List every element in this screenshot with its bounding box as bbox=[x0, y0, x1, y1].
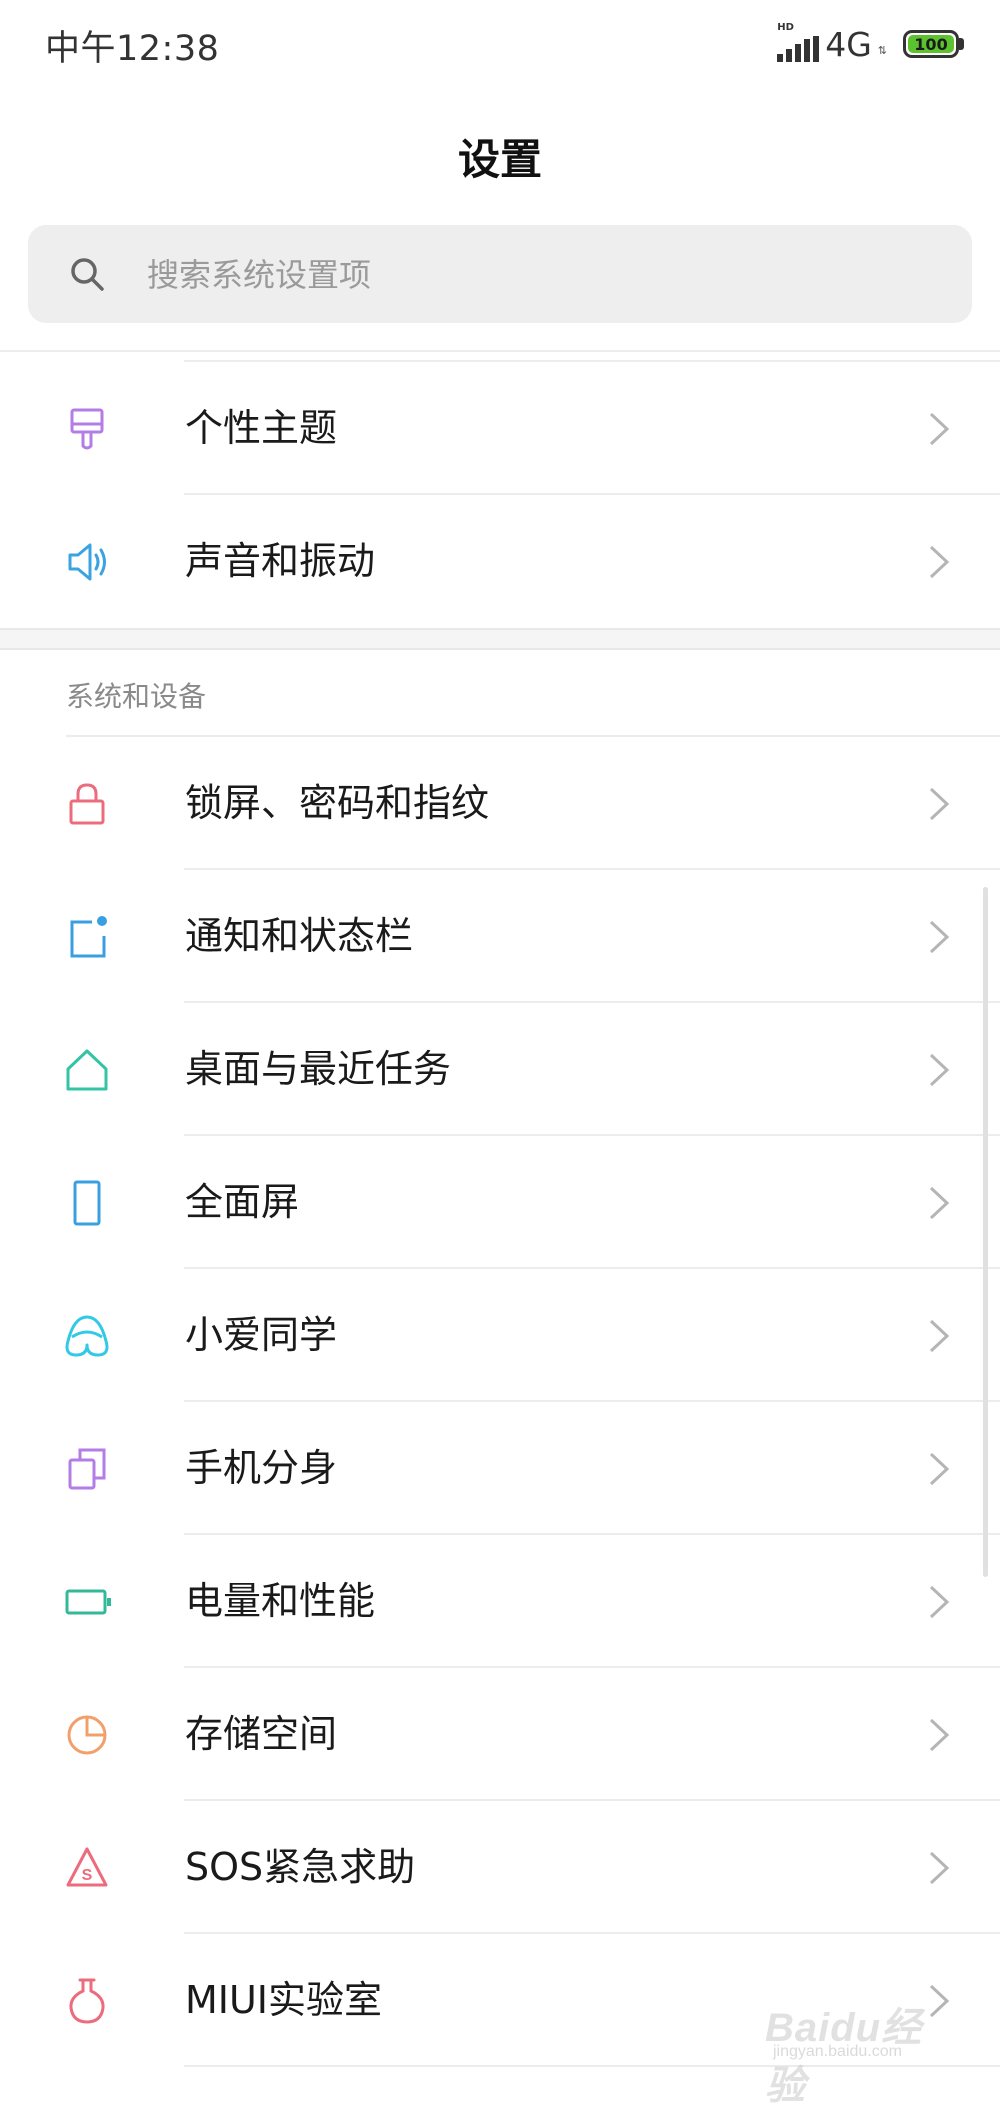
notification-icon bbox=[70, 916, 107, 958]
search-bar[interactable] bbox=[28, 225, 972, 325]
settings-item-label: 锁屏、密码和指纹 bbox=[185, 781, 490, 825]
storage-pie-icon bbox=[67, 1715, 107, 1755]
lab-flask-icon bbox=[69, 1978, 105, 2024]
chevron-right-icon bbox=[929, 1053, 950, 1087]
battery-level: 100 bbox=[914, 34, 948, 54]
settings-item-theme[interactable]: 个性主题 bbox=[0, 362, 1000, 495]
chevron-right-icon bbox=[929, 1186, 950, 1220]
settings-item-label: 声音和振动 bbox=[185, 539, 376, 583]
settings-item-notifications[interactable]: 通知和状态栏 bbox=[0, 870, 1000, 1003]
home-icon bbox=[66, 1049, 108, 1091]
settings-item-label: 个性主题 bbox=[185, 406, 338, 450]
chevron-right-icon bbox=[929, 1319, 950, 1353]
scrollbar[interactable] bbox=[983, 887, 988, 1577]
lock-icon bbox=[69, 783, 105, 825]
settings-item-label: 全面屏 bbox=[185, 1180, 300, 1224]
settings-item-sos[interactable]: S SOS紧急求助 bbox=[0, 1801, 1000, 1934]
settings-item-label: 小爱同学 bbox=[185, 1313, 338, 1357]
status-time: 中午12:38 bbox=[45, 29, 220, 69]
watermark-subtext: jingyan.baidu.com bbox=[773, 2043, 902, 2060]
chevron-right-icon bbox=[929, 1851, 950, 1885]
chevron-right-icon bbox=[929, 1452, 950, 1486]
chevron-right-icon bbox=[929, 545, 950, 579]
xiaoai-icon bbox=[65, 1315, 109, 1357]
settings-item-battery[interactable]: 电量和性能 bbox=[0, 1535, 1000, 1668]
baidu-watermark: Baidu经验 jingyan.baidu.com bbox=[765, 1975, 945, 2108]
settings-item-label: 电量和性能 bbox=[185, 1579, 376, 1623]
section-header-system: 系统和设备 bbox=[66, 680, 207, 713]
phone-screen-icon bbox=[73, 1180, 101, 1226]
sos-icon: S bbox=[66, 1847, 108, 1887]
battery-tip bbox=[959, 38, 964, 50]
settings-item-label: MIUI实验室 bbox=[185, 1978, 383, 2022]
hd-label: HD bbox=[777, 22, 794, 33]
chevron-right-icon bbox=[929, 787, 950, 821]
status-bar: 中午12:38 HD 4G ⇅ 100 bbox=[0, 0, 1000, 84]
chevron-right-icon bbox=[929, 412, 950, 446]
settings-item-label: 桌面与最近任务 bbox=[185, 1047, 452, 1091]
section-separator bbox=[0, 628, 1000, 650]
battery-icon bbox=[65, 1589, 111, 1615]
speaker-icon bbox=[68, 543, 106, 581]
chevron-right-icon bbox=[929, 1718, 950, 1752]
settings-item-label: 通知和状态栏 bbox=[185, 914, 414, 958]
chevron-right-icon bbox=[929, 920, 950, 954]
settings-item-label: 手机分身 bbox=[185, 1446, 338, 1490]
settings-item-xiaoai[interactable]: 小爱同学 bbox=[0, 1269, 1000, 1402]
settings-item-label: 存储空间 bbox=[185, 1712, 338, 1756]
page-title: 设置 bbox=[457, 135, 542, 184]
top-divider bbox=[0, 350, 1000, 352]
data-activity-icon: ⇅ bbox=[877, 43, 887, 57]
svg-text:S: S bbox=[82, 1867, 93, 1884]
settings-item-storage[interactable]: 存储空间 bbox=[0, 1668, 1000, 1801]
signal-strength-icon: HD bbox=[777, 22, 820, 62]
settings-item-label: SOS紧急求助 bbox=[185, 1845, 416, 1889]
settings-item-sound[interactable]: 声音和振动 bbox=[0, 495, 1000, 628]
settings-item-home-screen[interactable]: 桌面与最近任务 bbox=[0, 1003, 1000, 1136]
search-icon bbox=[71, 258, 104, 291]
settings-item-lock-screen[interactable]: 锁屏、密码和指纹 bbox=[0, 737, 1000, 870]
network-type: 4G bbox=[825, 24, 872, 64]
theme-brush-icon bbox=[70, 408, 104, 450]
battery-icon: 100 bbox=[903, 30, 959, 58]
chevron-right-icon bbox=[929, 1585, 950, 1619]
settings-item-full-screen[interactable]: 全面屏 bbox=[0, 1136, 1000, 1269]
settings-item-dual-space[interactable]: 手机分身 bbox=[0, 1402, 1000, 1535]
dual-space-icon bbox=[68, 1448, 106, 1490]
search-input[interactable] bbox=[145, 225, 929, 325]
status-indicators: HD 4G ⇅ 100 bbox=[777, 22, 964, 64]
